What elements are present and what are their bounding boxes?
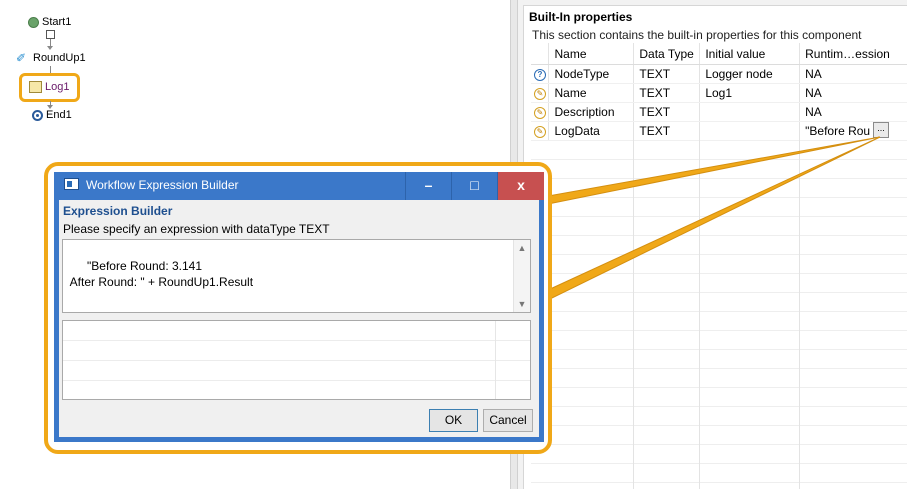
instruction-text: Please specify an expression with dataTy…: [63, 222, 330, 236]
column-header-initial[interactable]: Initial value: [699, 43, 801, 65]
column-header-name[interactable]: Name: [548, 43, 635, 65]
grid-col: [799, 140, 800, 489]
edit-icon: ✎: [534, 106, 546, 119]
workflow-node-roundup[interactable]: ✐ RoundUp1: [16, 52, 86, 64]
node-label: Start1: [42, 16, 72, 28]
minimize-icon: –: [424, 177, 433, 193]
cell-type: TEXT: [633, 121, 701, 141]
maximize-icon: □: [470, 177, 479, 193]
app-icon: [64, 178, 79, 190]
column-header-icon: [531, 43, 550, 65]
cell-name: NodeType: [548, 64, 635, 84]
cell-initial[interactable]: [699, 121, 801, 141]
cell-name: Name: [548, 83, 635, 103]
results-grid[interactable]: [62, 320, 531, 400]
connector-arrow: [46, 30, 55, 39]
section-title: Expression Builder: [63, 204, 173, 218]
node-label: RoundUp1: [33, 52, 86, 64]
scroll-down-icon[interactable]: ▼: [514, 296, 530, 312]
minimize-button[interactable]: –: [405, 172, 451, 200]
empty-table-rows: [531, 141, 907, 490]
cell-name: LogData: [548, 121, 635, 141]
grid-col: [633, 140, 634, 489]
maximize-button[interactable]: □: [451, 172, 497, 200]
grid-col: [495, 321, 496, 399]
logger-node-icon: [29, 81, 42, 93]
table-row[interactable]: ✎ LogData TEXT "Before Rou: [531, 121, 907, 141]
workflow-node-log[interactable]: Log1: [29, 81, 69, 93]
cell-type: TEXT: [633, 102, 701, 122]
close-button[interactable]: x: [497, 172, 544, 200]
table-row[interactable]: ✎ Name TEXT Log1 NA: [531, 83, 907, 103]
cell-initial[interactable]: Log1: [699, 83, 801, 103]
expression-text: "Before Round: 3.141 After Round: " + Ro…: [69, 259, 254, 289]
edit-icon: ✎: [534, 125, 546, 138]
node-label: Log1: [45, 81, 70, 93]
expression-textarea[interactable]: "Before Round: 3.141 After Round: " + Ro…: [62, 239, 531, 313]
vertical-scrollbar[interactable]: ▲ ▼: [513, 240, 530, 312]
cell-type: TEXT: [633, 64, 701, 84]
expression-builder-dialog: Workflow Expression Builder – □ x Expres…: [54, 172, 544, 442]
cell-initial[interactable]: [699, 102, 801, 122]
column-header-runtime[interactable]: Runtim…ession: [799, 43, 907, 65]
ok-button[interactable]: OK: [429, 409, 478, 432]
node-label: End1: [46, 109, 72, 121]
dialog-titlebar[interactable]: Workflow Expression Builder – □ x: [54, 172, 544, 200]
table-row[interactable]: ? NodeType TEXT Logger node NA: [531, 64, 907, 84]
properties-table: Name Data Type Initial value Runtim…essi…: [531, 43, 907, 141]
workflow-node-end[interactable]: End1: [32, 109, 72, 121]
roundup-node-icon: ✐: [16, 51, 27, 65]
edit-expression-button[interactable]: ...: [873, 122, 889, 138]
column-header-datatype[interactable]: Data Type: [633, 43, 701, 65]
dialog-title: Workflow Expression Builder: [86, 178, 239, 192]
cell-initial[interactable]: Logger node: [699, 64, 801, 84]
workflow-node-start[interactable]: Start1: [28, 16, 71, 28]
cell-runtime[interactable]: NA: [799, 64, 907, 84]
start-node-icon: [28, 16, 39, 28]
cancel-button[interactable]: Cancel: [483, 409, 533, 432]
cell-runtime[interactable]: "Before Rou: [799, 121, 907, 141]
scroll-up-icon[interactable]: ▲: [514, 240, 530, 256]
cell-name: Description: [548, 102, 635, 122]
grid-col: [699, 140, 700, 489]
close-icon: x: [517, 177, 525, 193]
table-row[interactable]: ✎ Description TEXT NA: [531, 102, 907, 122]
arrow-head: [47, 46, 53, 50]
edit-icon: ✎: [534, 87, 546, 100]
cell-runtime[interactable]: NA: [799, 102, 907, 122]
table-header-row: Name Data Type Initial value Runtim…essi…: [531, 43, 907, 65]
properties-title: Built-In properties: [529, 10, 633, 24]
end-node-icon: [32, 109, 43, 121]
cell-type: TEXT: [633, 83, 701, 103]
properties-description: This section contains the built-in prope…: [532, 28, 862, 42]
dialog-body: Expression Builder Please specify an exp…: [59, 200, 539, 437]
cell-runtime[interactable]: NA: [799, 83, 907, 103]
help-icon: ?: [534, 68, 546, 81]
